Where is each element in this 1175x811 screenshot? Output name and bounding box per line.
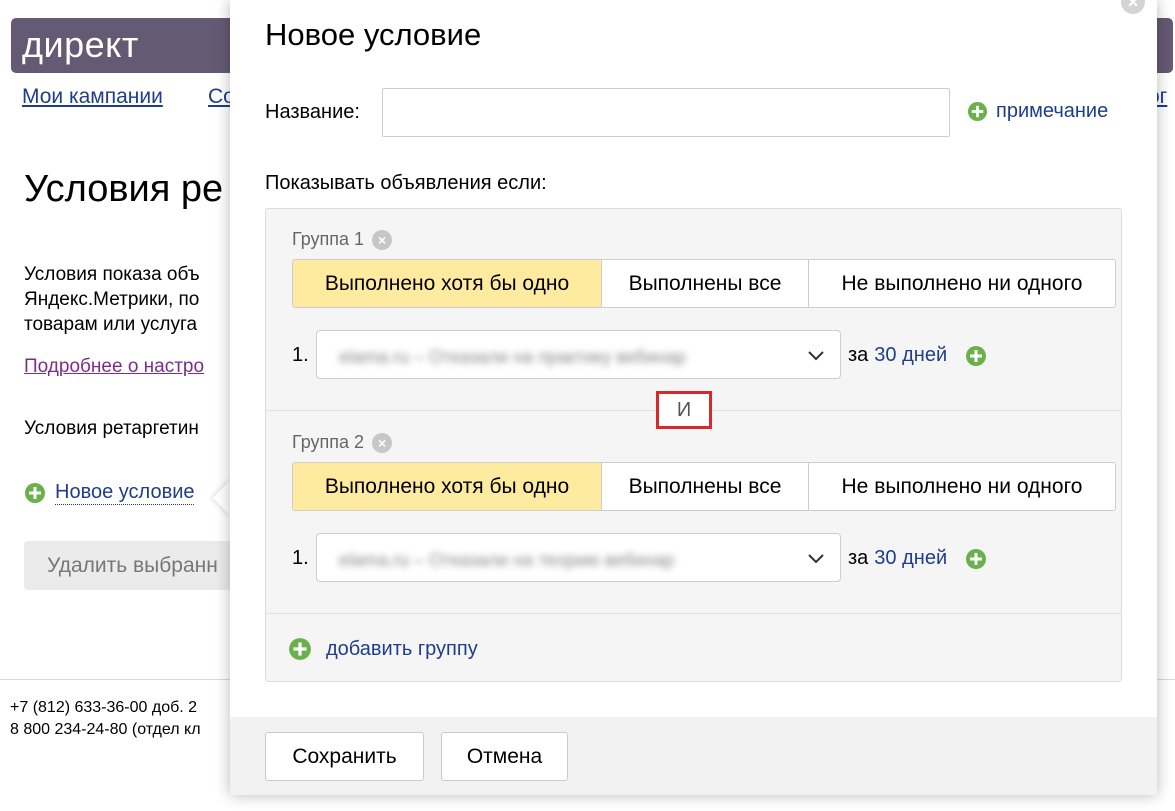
group-2-condition-number: 1. bbox=[292, 547, 309, 569]
show-ads-if-label: Показывать объявления если: bbox=[265, 172, 547, 194]
modal-pointer bbox=[213, 479, 231, 517]
add-note-link[interactable]: примечание bbox=[967, 100, 1108, 123]
group-1-option-all[interactable]: Выполнены все bbox=[602, 260, 809, 307]
new-condition-link[interactable]: Новое условие bbox=[24, 481, 195, 505]
group-2-condition-select[interactable]: elama.ru – Отказали на теорию вебинар bbox=[316, 533, 841, 582]
group-1-mode-selector: Выполнено хотя бы одно Выполнены все Не … bbox=[292, 259, 1116, 308]
plus-circle-icon bbox=[967, 101, 988, 122]
footer-phone-1: +7 (812) 633-36-00 доб. 2 bbox=[10, 699, 198, 716]
app-logo[interactable]: директ bbox=[22, 24, 139, 66]
dialog-title: Новое условие bbox=[265, 17, 482, 52]
group-1-option-none[interactable]: Не выполнено ни одного bbox=[809, 260, 1115, 307]
groups-container: Группа 1 × Выполнено хотя бы одно Выполн… bbox=[265, 208, 1122, 682]
name-label: Название: bbox=[265, 101, 360, 123]
new-condition-dialog: Новое условие Название: примечание Показ… bbox=[230, 0, 1157, 795]
save-button[interactable]: Сохранить bbox=[265, 732, 424, 781]
chevron-down-icon bbox=[808, 554, 824, 564]
footer-phone-2: 8 800 234-24-80 (отдел кл bbox=[10, 721, 201, 738]
group-2-period-link[interactable]: 30 дней bbox=[874, 547, 947, 570]
group-2-option-any[interactable]: Выполнено хотя бы одно bbox=[293, 463, 602, 510]
group-2-period-prefix: за bbox=[848, 547, 869, 569]
group-2-condition-value: elama.ru – Отказали на теорию вебинар bbox=[339, 550, 675, 570]
group-2-add-condition-button[interactable] bbox=[965, 548, 987, 570]
plus-circle-icon bbox=[289, 638, 311, 660]
remove-group-1-icon[interactable]: × bbox=[372, 229, 393, 250]
remove-group-2-icon[interactable]: × bbox=[372, 432, 393, 453]
group-1-condition-value: elama.ru – Отказали на практику вебинар bbox=[339, 347, 686, 367]
page-title: Условия ре bbox=[24, 168, 224, 210]
plus-circle-icon bbox=[966, 345, 987, 366]
add-group-link[interactable]: добавить группу bbox=[288, 637, 478, 661]
add-note-label: примечание bbox=[996, 100, 1109, 122]
group-1-condition-number: 1. bbox=[292, 344, 309, 366]
group-2-header: Группа 2 × bbox=[292, 432, 393, 453]
page-description: Условия показа объ Яндекс.Метрики, по то… bbox=[24, 264, 200, 335]
chevron-down-icon bbox=[808, 351, 824, 361]
group-1-label: Группа 1 bbox=[292, 229, 365, 249]
group-1-period-prefix: за bbox=[848, 344, 869, 366]
group-divider bbox=[266, 613, 1121, 614]
retargeting-conditions-text: Условия ретаргетин bbox=[24, 418, 199, 439]
group-1-add-condition-button[interactable] bbox=[965, 345, 987, 367]
cancel-button[interactable]: Отмена bbox=[441, 732, 568, 781]
plus-circle-icon bbox=[25, 483, 45, 503]
group-2-label: Группа 2 bbox=[292, 432, 365, 452]
group-2-mode-selector: Выполнено хотя бы одно Выполнены все Не … bbox=[292, 462, 1116, 511]
group-2-period: за 30 дней bbox=[848, 547, 987, 570]
nav-my-campaigns[interactable]: Мои кампании bbox=[22, 85, 163, 109]
group-2-option-none[interactable]: Не выполнено ни одного bbox=[809, 463, 1115, 510]
plus-circle-icon bbox=[966, 548, 987, 569]
more-info-link[interactable]: Подробнее о настро bbox=[24, 356, 204, 378]
group-2-option-all[interactable]: Выполнены все bbox=[602, 463, 809, 510]
delete-selected-button[interactable]: Удалить выбранн bbox=[24, 541, 264, 590]
add-group-label: добавить группу bbox=[326, 637, 478, 660]
new-condition-label: Новое условие bbox=[55, 481, 195, 505]
and-operator-label: И bbox=[656, 391, 712, 429]
group-1-condition-select[interactable]: elama.ru – Отказали на практику вебинар bbox=[316, 330, 841, 379]
name-input[interactable] bbox=[382, 88, 950, 137]
group-1-period: за 30 дней bbox=[848, 344, 987, 367]
group-1-option-any[interactable]: Выполнено хотя бы одно bbox=[293, 260, 602, 307]
group-1-period-link[interactable]: 30 дней bbox=[874, 344, 947, 367]
group-1-header: Группа 1 × bbox=[292, 229, 393, 250]
